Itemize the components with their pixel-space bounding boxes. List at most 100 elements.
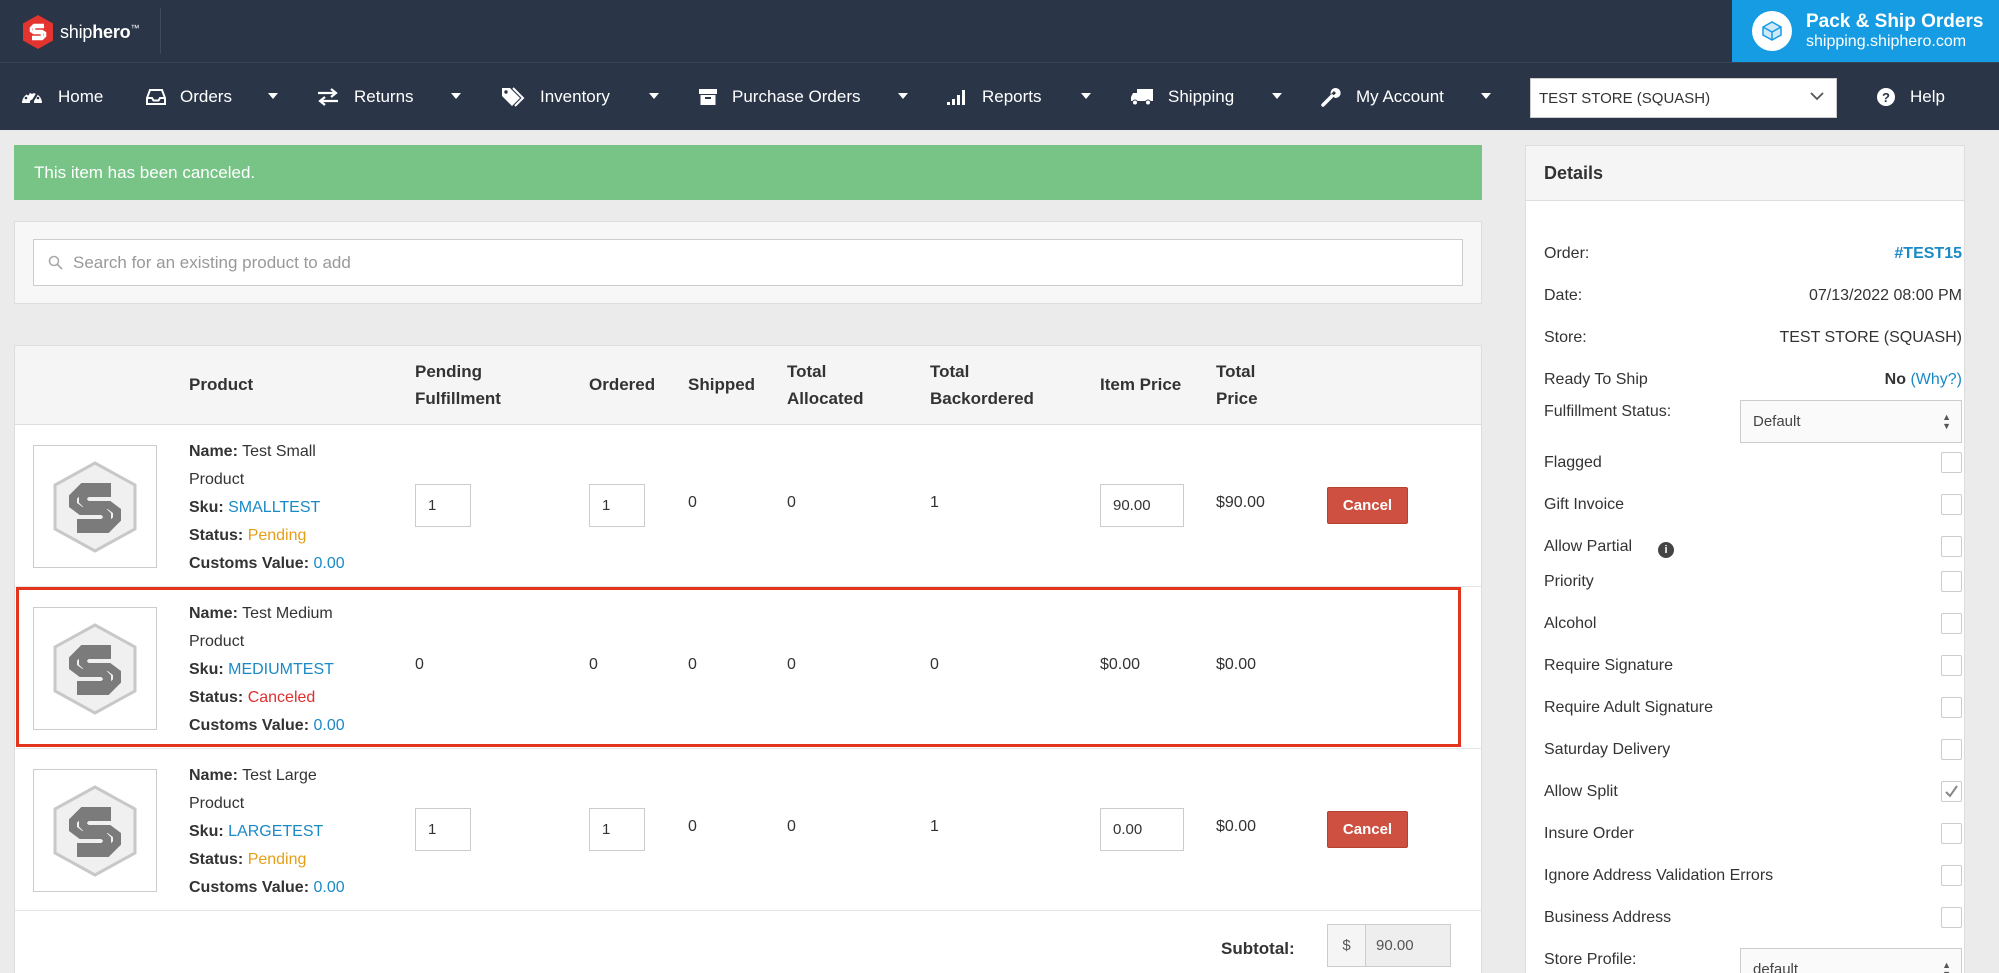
order-items-table: Product Pending Fulfillment Ordered Ship… [14, 345, 1482, 973]
my-account-caret-icon[interactable] [1481, 93, 1491, 99]
checkbox-label: Require Signature [1544, 657, 1673, 674]
checkbox-row: Alcohol [1544, 613, 1962, 634]
store-selector[interactable]: TEST STORE (SQUASH) [1530, 78, 1837, 118]
why-link[interactable]: (Why?) [1910, 371, 1962, 388]
nav-reports[interactable]: Reports [946, 63, 1042, 131]
priority-checkbox[interactable] [1941, 571, 1962, 592]
nav-shipping-label: Shipping [1168, 87, 1235, 106]
pack-banner-title: Pack & Ship Orders [1806, 11, 1984, 32]
store-label: Store: [1544, 329, 1587, 346]
nav-help[interactable]: ? Help [1876, 63, 1945, 131]
nav-home[interactable]: Home [20, 63, 103, 131]
pending-quantity-input[interactable]: 1 [415, 484, 471, 527]
ready-to-ship-row: Ready To Ship No (Why?) [1544, 371, 1962, 389]
customs-value[interactable]: 0.00 [313, 879, 344, 896]
sku-link[interactable]: SMALLTEST [228, 499, 320, 516]
logo-divider [160, 8, 161, 54]
saturday-delivery-checkbox[interactable] [1941, 739, 1962, 760]
pack-ship-banner[interactable]: Pack & Ship Orders shipping.shiphero.com [1732, 0, 1999, 62]
nav-inventory[interactable]: Inventory [500, 63, 610, 131]
subtotal-value: 90.00 [1366, 925, 1450, 966]
fulfillment-label: Fulfillment Status: [1544, 403, 1672, 420]
status-label: Status: [189, 851, 244, 868]
business-address-checkbox[interactable] [1941, 907, 1962, 928]
fulfillment-status-select[interactable]: Default ▲ ▼ [1740, 400, 1962, 443]
name-label: Name: [189, 767, 238, 784]
ordered-quantity-input[interactable]: 1 [589, 808, 645, 851]
updown-arrows-icon: ▲▼ [1942, 412, 1951, 431]
product-thumbnail[interactable] [33, 769, 157, 892]
nav-returns[interactable]: Returns [316, 63, 414, 131]
ordered-quantity-input[interactable]: 1 [589, 484, 645, 527]
placeholder-logo-icon [53, 460, 137, 553]
nav-shipping[interactable]: Shipping [1130, 63, 1234, 131]
checkbox-row: Allow Partial i [1544, 536, 1962, 558]
pending-quantity-input[interactable]: 1 [415, 808, 471, 851]
placeholder-logo-icon [53, 784, 137, 877]
customs-label: Customs Value: [189, 555, 310, 572]
dashboard-icon [22, 91, 42, 105]
insure-order-checkbox[interactable] [1941, 823, 1962, 844]
alert-message: This item has been canceled. [34, 162, 256, 182]
top-bar: shiphero™ Pack & Ship Orders shipping.sh… [0, 0, 1999, 62]
signal-bars-icon [947, 90, 965, 105]
flagged-checkbox[interactable] [1941, 452, 1962, 473]
allow-split-checkbox[interactable] [1941, 781, 1962, 802]
search-box[interactable] [33, 239, 1463, 286]
nav-my-account[interactable]: My Account [1320, 63, 1444, 131]
date-label: Date: [1544, 287, 1583, 304]
checkbox-label: Ignore Address Validation Errors [1544, 867, 1774, 884]
require-adult-signature-checkbox[interactable] [1941, 697, 1962, 718]
total-price-value: $90.00 [1216, 494, 1265, 511]
customs-value[interactable]: 0.00 [313, 555, 344, 572]
product-name-line2: Product [189, 795, 245, 812]
allocated-value: 0 [787, 494, 796, 511]
allow-partial-checkbox[interactable] [1941, 536, 1962, 557]
sku-link[interactable]: LARGETEST [228, 823, 323, 840]
orders-caret-icon[interactable] [268, 93, 278, 99]
nav-returns-label: Returns [354, 87, 414, 106]
cancel-item-button[interactable]: Cancel [1327, 811, 1408, 848]
purchase-orders-caret-icon[interactable] [898, 93, 908, 99]
status-value: Pending [247, 527, 307, 544]
returns-caret-icon[interactable] [451, 93, 461, 99]
header-pending-line1: Pending [415, 362, 483, 381]
ignore-address-validation-checkbox[interactable] [1941, 865, 1962, 886]
order-number-link[interactable]: #TEST15 [1894, 245, 1962, 263]
product-search-panel [14, 221, 1482, 304]
gift-invoice-checkbox[interactable] [1941, 494, 1962, 515]
inventory-caret-icon[interactable] [649, 93, 659, 99]
header-allocated-line2: Allocated [787, 389, 864, 408]
store-profile-select[interactable]: default ▲▼ [1740, 948, 1962, 973]
backordered-value: 1 [930, 494, 939, 511]
updown-arrows-icon: ▲▼ [1942, 960, 1951, 973]
reports-caret-icon[interactable] [1081, 93, 1091, 99]
nav-orders[interactable]: Orders [146, 63, 232, 131]
alcohol-checkbox[interactable] [1941, 613, 1962, 634]
shiphero-logo[interactable]: shiphero™ [22, 14, 139, 50]
item-price-input[interactable]: 90.00 [1100, 484, 1184, 527]
table-row: Name: Test Large Product Sku: LARGETEST … [15, 749, 1481, 911]
shipped-value: 0 [688, 818, 697, 835]
info-icon[interactable]: i [1658, 542, 1675, 558]
checkbox-row: Business Address [1544, 907, 1962, 928]
backordered-value: 1 [930, 818, 939, 835]
header-backordered-line1: Total [930, 362, 970, 381]
header-item-price: Item Price [1100, 375, 1182, 394]
checkbox-label: Allow Split [1544, 783, 1618, 800]
table-header: Product Pending Fulfillment Ordered Ship… [15, 346, 1481, 425]
item-price-input[interactable]: 0.00 [1100, 808, 1184, 851]
header-shipped: Shipped [688, 375, 756, 394]
checkbox-row: Flagged [1544, 452, 1962, 473]
order-date-row: Date: 07/13/2022 08:00 PM [1544, 287, 1962, 305]
require-signature-checkbox[interactable] [1941, 655, 1962, 676]
fulfillment-status-row: Fulfillment Status: Default ▲ ▼ [1544, 395, 1962, 443]
nav-purchase-orders[interactable]: Purchase Orders [698, 63, 861, 131]
shipping-caret-icon[interactable] [1272, 93, 1282, 99]
product-thumbnail[interactable] [33, 445, 157, 568]
cancel-item-button[interactable]: Cancel [1327, 487, 1408, 524]
product-name: Test Large [242, 767, 317, 784]
checkbox-label: Saturday Delivery [1544, 741, 1671, 758]
checkbox-label: Insure Order [1544, 825, 1634, 842]
product-search-input[interactable] [73, 252, 1423, 273]
